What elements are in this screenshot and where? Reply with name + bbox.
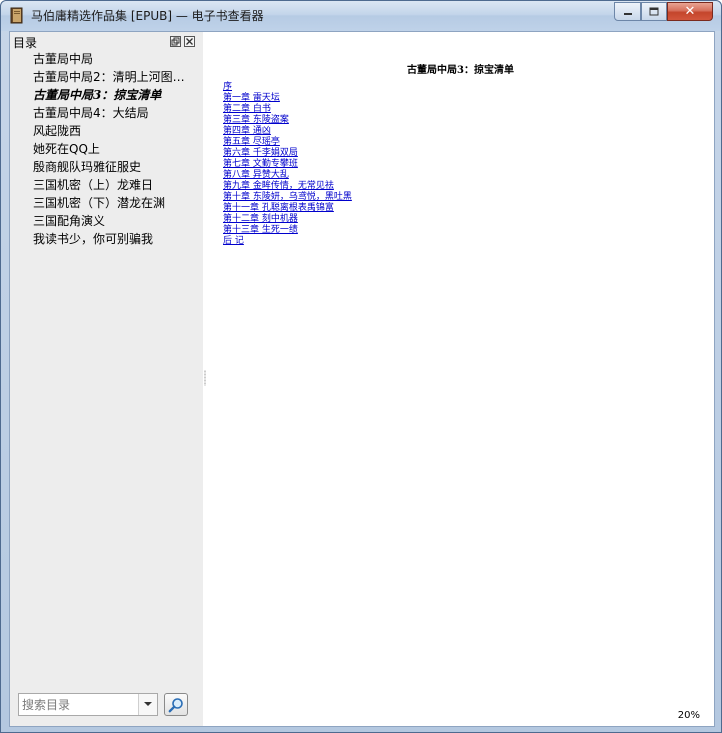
chapter-link[interactable]: 序: [223, 82, 232, 92]
toc-search-input[interactable]: [19, 694, 137, 715]
toc-item-active[interactable]: 古董局中局3：掠宝清单: [10, 86, 186, 104]
toc-item[interactable]: 古董局中局: [10, 50, 186, 68]
book-icon: [10, 7, 23, 24]
toc-item[interactable]: 三国机密（下）潜龙在渊: [10, 194, 186, 212]
client-area: 目录 古董局中局 古董局中局2：清明上河图… 古董局中局3：掠宝清单 古董局中局…: [9, 31, 715, 727]
float-panel-button[interactable]: [170, 36, 181, 47]
book-content: 古董局中局3：掠宝清单 序 第一章 雷天坛 第二章 白书 第三章 东陵盗案 第四…: [207, 32, 714, 726]
toc-item[interactable]: 她死在QQ上: [10, 140, 186, 158]
maximize-button[interactable]: [641, 2, 667, 21]
chapter-title: 古董局中局3：掠宝清单: [407, 65, 514, 76]
chapter-link[interactable]: 第八章 异赞大乱: [223, 170, 289, 180]
chapter-link[interactable]: 第六章 千李娟双局: [223, 148, 298, 158]
toc-search-box: [18, 693, 158, 716]
float-icon: [171, 37, 180, 46]
toc-item[interactable]: 风起陇西: [10, 122, 186, 140]
minimize-icon: [623, 12, 632, 15]
app-window: 马伯庸精选作品集 [EPUB] — 电子书查看器 ✕ 目录 古董局中局 古董局中…: [0, 0, 722, 733]
search-history-dropdown[interactable]: [138, 694, 157, 715]
zoom-level: 20%: [677, 710, 700, 721]
search-button[interactable]: [164, 693, 188, 716]
toc-list: 古董局中局 古董局中局2：清明上河图… 古董局中局3：掠宝清单 古董局中局4：大…: [10, 50, 203, 248]
chapter-link[interactable]: 第十三章 生死一绩: [223, 225, 298, 235]
chapter-link[interactable]: 第四章 通凶: [223, 126, 271, 136]
toc-sidebar: 目录 古董局中局 古董局中局2：清明上河图… 古董局中局3：掠宝清单 古董局中局…: [10, 32, 203, 726]
search-icon: [168, 697, 183, 712]
toc-item[interactable]: 殷商舰队玛雅征服史: [10, 158, 186, 176]
minimize-button[interactable]: [614, 2, 641, 21]
chapter-link[interactable]: 第十章 东陵妍，乌鸢悦，黑吐黑: [223, 192, 352, 202]
toc-item[interactable]: 三国机密（上）龙难日: [10, 176, 186, 194]
chevron-down-icon: [144, 702, 152, 706]
chapter-link[interactable]: 第三章 东陵盗案: [223, 115, 289, 125]
close-icon: ✕: [684, 4, 696, 19]
chapter-link[interactable]: 后 记: [223, 236, 244, 246]
toc-header: 目录: [10, 32, 203, 50]
window-title: 马伯庸精选作品集 [EPUB] — 电子书查看器: [31, 9, 264, 23]
splitter-grip-icon: [204, 370, 206, 386]
toc-title: 目录: [13, 36, 38, 50]
toc-item[interactable]: 古董局中局2：清明上河图…: [10, 68, 186, 86]
title-bar[interactable]: 马伯庸精选作品集 [EPUB] — 电子书查看器 ✕: [1, 1, 721, 31]
close-panel-button[interactable]: [184, 36, 195, 47]
toc-item[interactable]: 古董局中局4：大结局: [10, 104, 186, 122]
toc-item[interactable]: 三国配角演义: [10, 212, 186, 230]
chapter-link-list: 序 第一章 雷天坛 第二章 白书 第三章 东陵盗案 第四章 通凶 第五章 尽瑶亭…: [223, 82, 352, 247]
maximize-icon: [649, 7, 659, 16]
chapter-link[interactable]: 第二章 白书: [223, 104, 271, 114]
chapter-link[interactable]: 第七章 文勤专攀班: [223, 159, 298, 169]
close-icon: [186, 38, 193, 45]
chapter-link[interactable]: 第十二章 刻中机器: [223, 214, 298, 224]
chapter-link[interactable]: 第十一章 孔聪离根表禹锦富: [223, 203, 334, 213]
chapter-link[interactable]: 第一章 雷天坛: [223, 93, 280, 103]
toc-item[interactable]: 我读书少，你可别骗我: [10, 230, 186, 248]
chapter-link[interactable]: 第九章 金眸传情，无常见祛: [223, 181, 334, 191]
chapter-link[interactable]: 第五章 尽瑶亭: [223, 137, 280, 147]
close-button[interactable]: ✕: [667, 2, 713, 21]
